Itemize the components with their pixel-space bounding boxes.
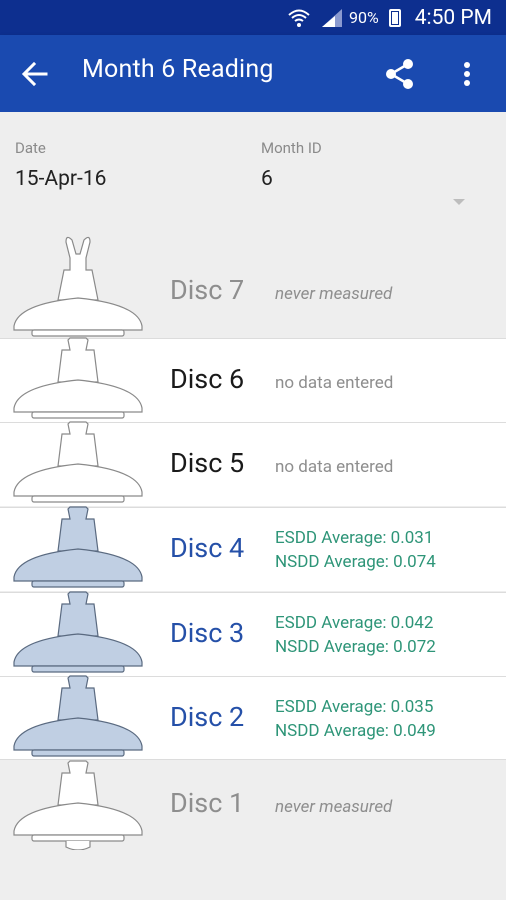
status-bar: 90% 4:50 PM: [0, 0, 506, 35]
esdd-average: ESDD Average: 0.031: [275, 528, 434, 548]
disc-name: Disc 5: [170, 447, 245, 479]
app-bar: Month 6 Reading: [0, 35, 506, 112]
date-field[interactable]: Date 15-Apr-16: [15, 139, 245, 224]
disc-3-insulator-icon: [13, 591, 143, 673]
share-icon[interactable]: [383, 57, 417, 91]
disc-averages: ESDD Average: 0.042 NSDD Average: 0.072: [275, 611, 436, 659]
date-value[interactable]: 15-Apr-16: [15, 167, 245, 191]
disc-name: Disc 2: [170, 701, 245, 733]
esdd-average: ESDD Average: 0.042: [275, 613, 434, 633]
back-arrow-icon[interactable]: [20, 59, 50, 89]
nsdd-average: NSDD Average: 0.074: [275, 552, 436, 572]
signal-icon: [321, 8, 343, 28]
date-label: Date: [15, 139, 46, 157]
disc-status: no data entered: [275, 373, 394, 393]
disc-name: Disc 1: [170, 787, 245, 819]
disc-4-insulator-icon: [13, 506, 143, 588]
dropdown-caret-icon[interactable]: [453, 199, 465, 205]
disc-name: Disc 7: [170, 274, 245, 306]
disc-status: never measured: [275, 284, 393, 304]
month-id-value[interactable]: 6: [261, 167, 493, 191]
month-id-field[interactable]: Month ID 6: [261, 139, 493, 224]
wifi-icon: [287, 7, 311, 29]
reading-form: Date 15-Apr-16 Month ID 6: [0, 112, 506, 224]
page-title: Month 6 Reading: [82, 55, 274, 84]
disc-status: never measured: [275, 797, 393, 817]
battery-icon: [388, 8, 401, 27]
clock: 4:50 PM: [414, 5, 492, 30]
disc-2-insulator-icon: [13, 675, 143, 757]
insulator-string-diagram: [13, 236, 143, 850]
disc-name: Disc 6: [170, 363, 245, 395]
disc-averages: ESDD Average: 0.035 NSDD Average: 0.049: [275, 695, 436, 743]
disc-status: no data entered: [275, 457, 394, 477]
disc-5-insulator-icon: [13, 421, 143, 503]
battery-percent: 90%: [349, 8, 379, 27]
disc-6-insulator-icon: [13, 337, 143, 419]
disc-name: Disc 4: [170, 532, 245, 564]
nsdd-average: NSDD Average: 0.072: [275, 637, 436, 657]
disc-1-insulator-icon: [13, 760, 143, 850]
nsdd-average: NSDD Average: 0.049: [275, 721, 436, 741]
disc-name: Disc 3: [170, 617, 245, 649]
overflow-menu-icon[interactable]: [458, 59, 476, 89]
esdd-average: ESDD Average: 0.035: [275, 697, 434, 717]
disc-7-insulator-icon: [13, 236, 143, 337]
month-id-label: Month ID: [261, 139, 322, 157]
disc-averages: ESDD Average: 0.031 NSDD Average: 0.074: [275, 526, 436, 574]
